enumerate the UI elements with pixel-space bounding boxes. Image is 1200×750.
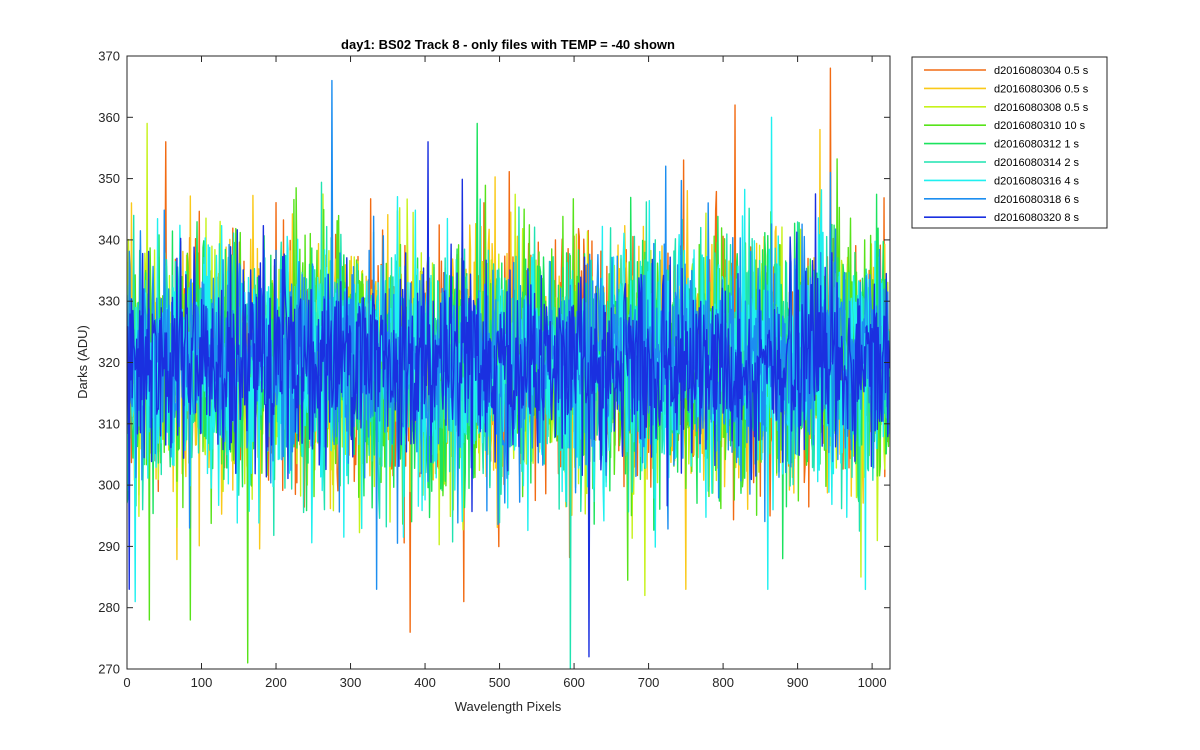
y-tick-label: 310 [98,416,120,431]
legend-label: d2016080314 2 s [994,157,1080,169]
figure: 0 100 200 300 400 500 600 700 800 900 1000 270 280 2… [0,0,1200,750]
chart-title: day1: BS02 Track 8 - only files with TEM… [341,37,675,52]
y-tick-label: 340 [98,232,120,247]
plot-area: 0 100 200 300 400 500 600 700 800 900 1000 270 280 2… [98,49,891,690]
x-tick-label: 800 [712,675,734,690]
y-tick-label: 350 [98,171,120,186]
x-tick-label: 300 [340,675,362,690]
y-tick-label: 270 [98,662,120,677]
y-tick-label: 290 [98,539,120,554]
y-tick-label: 320 [98,355,120,370]
y-tick-label: 280 [98,600,120,615]
x-axis-label: Wavelength Pixels [455,699,562,714]
y-tick-label: 300 [98,478,120,493]
x-tick-label: 200 [265,675,287,690]
y-axis-label: Darks (ADU) [75,325,90,399]
x-tick-label: 100 [191,675,213,690]
x-tick-label: 500 [489,675,511,690]
x-tick-label: 0 [123,675,130,690]
y-tick-label: 370 [98,49,120,64]
legend-label: d2016080316 4 s [994,175,1080,187]
legend-label: d2016080312 1 s [994,139,1080,151]
x-tick-label: 600 [563,675,585,690]
x-tick-label: 1000 [858,675,887,690]
x-tick-label: 700 [638,675,660,690]
legend-label: d2016080306 0.5 s [994,83,1089,95]
x-tick-label: 900 [787,675,809,690]
legend-label: d2016080318 6 s [994,194,1080,206]
y-tick-label: 330 [98,294,120,309]
legend-label: d2016080308 0.5 s [994,102,1089,114]
y-tick-label: 360 [98,110,120,125]
legend-label: d2016080310 10 s [994,120,1086,132]
legend-label: d2016080320 8 s [994,212,1080,224]
x-tick-label: 400 [414,675,436,690]
legend-label: d2016080304 0.5 s [994,65,1089,77]
legend: d2016080304 0.5 s d2016080306 0.5 s d20160… [911,56,1108,229]
